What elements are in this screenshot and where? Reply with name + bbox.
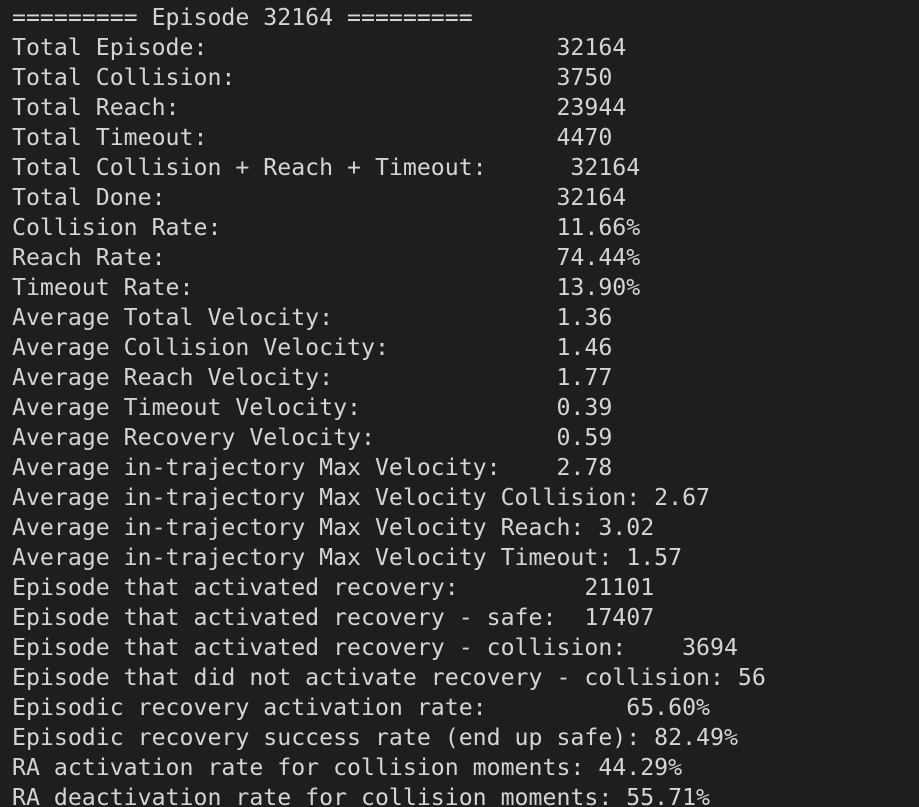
terminal-line-no-recovery-collision: Episode that did not activate recovery -… xyxy=(12,664,766,691)
terminal-line-avg-total-velocity: Average Total Velocity: 1.36 xyxy=(12,304,613,331)
terminal-line-activated-recovery: Episode that activated recovery: 21101 xyxy=(12,574,655,601)
terminal-line-avg-reach-velocity: Average Reach Velocity: 1.77 xyxy=(12,364,613,391)
terminal-window[interactable]: ========= Episode 32164 ========= Total E… xyxy=(0,0,919,807)
terminal-line-episode-header: ========= Episode 32164 ========= xyxy=(12,4,473,31)
terminal-line-avg-collision-velocity: Average Collision Velocity: 1.46 xyxy=(12,334,613,361)
terminal-line-reach-rate: Reach Rate: 74.44% xyxy=(12,244,641,271)
terminal-line-avg-max-velocity-collision: Average in-trajectory Max Velocity Colli… xyxy=(12,484,711,511)
terminal-line-total-done: Total Done: 32164 xyxy=(12,184,627,211)
terminal-line-recovery-success-rate: Episodic recovery success rate (end up s… xyxy=(12,724,738,751)
terminal-line-total-collision: Total Collision: 3750 xyxy=(12,64,613,91)
terminal-line-total-episode: Total Episode: 32164 xyxy=(12,34,627,61)
terminal-line-timeout-rate: Timeout Rate: 13.90% xyxy=(12,274,641,301)
terminal-output: ========= Episode 32164 ========= Total E… xyxy=(12,3,766,807)
terminal-line-avg-timeout-velocity: Average Timeout Velocity: 0.39 xyxy=(12,394,613,421)
terminal-line-activated-recovery-collision: Episode that activated recovery - collis… xyxy=(12,634,738,661)
terminal-line-recovery-activation-rate: Episodic recovery activation rate: 65.60… xyxy=(12,694,711,721)
terminal-line-ra-activation-rate: RA activation rate for collision moments… xyxy=(12,754,683,781)
terminal-line-total-timeout: Total Timeout: 4470 xyxy=(12,124,613,151)
terminal-line-total-sum: Total Collision + Reach + Timeout: 32164 xyxy=(12,154,641,181)
terminal-line-collision-rate: Collision Rate: 11.66% xyxy=(12,214,641,241)
terminal-line-total-reach: Total Reach: 23944 xyxy=(12,94,627,121)
terminal-line-avg-max-velocity-reach: Average in-trajectory Max Velocity Reach… xyxy=(12,514,655,541)
terminal-line-avg-max-velocity: Average in-trajectory Max Velocity: 2.78 xyxy=(12,454,613,481)
terminal-line-avg-max-velocity-timeout: Average in-trajectory Max Velocity Timeo… xyxy=(12,544,683,571)
terminal-line-activated-recovery-safe: Episode that activated recovery - safe: … xyxy=(12,604,655,631)
terminal-line-avg-recovery-velocity: Average Recovery Velocity: 0.59 xyxy=(12,424,613,451)
terminal-line-ra-deactivation-rate: RA deactivation rate for collision momen… xyxy=(12,784,711,807)
